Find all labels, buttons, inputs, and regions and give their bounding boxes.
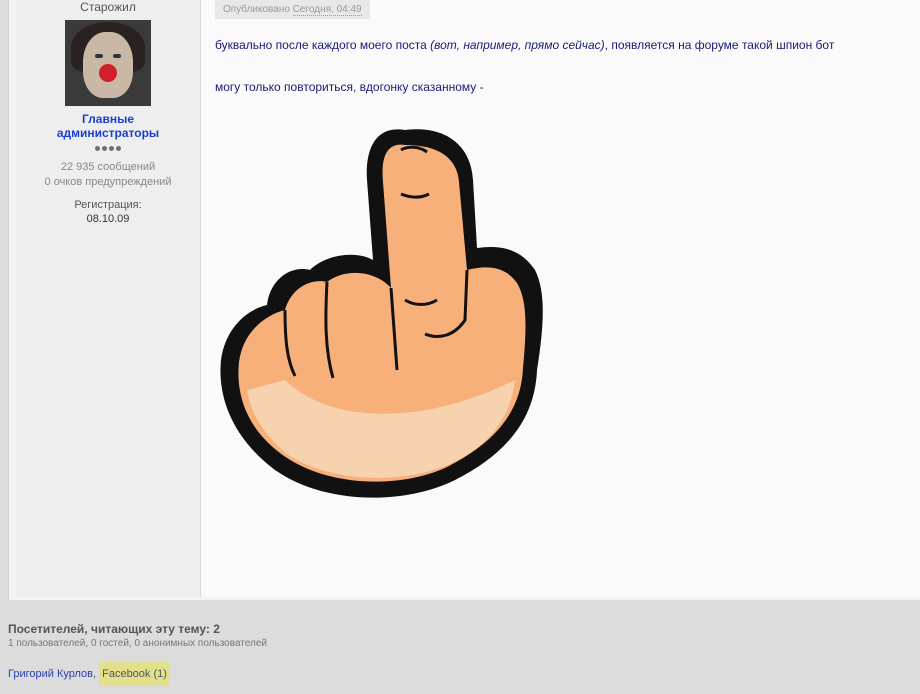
- user-group-line1: Главные: [81, 112, 135, 126]
- avatar-eye: [113, 54, 121, 58]
- post-image[interactable]: [215, 120, 555, 505]
- viewer-user-link[interactable]: Григорий Курлов: [8, 668, 93, 680]
- avatar-clown-nose: [99, 64, 117, 82]
- post-time[interactable]: Сегодня, 04:49: [292, 4, 362, 16]
- rank-pip-icon: [116, 146, 121, 151]
- middle-finger-image: [220, 129, 543, 498]
- viewers-list: Григорий Курлов, Facebook (1): [8, 662, 170, 686]
- viewers-subtitle: 1 пользователей, 0 гостей, 0 анонимных п…: [8, 638, 267, 649]
- post-count: 22 935 сообщений: [60, 161, 156, 173]
- post-paragraph-2: могу только повториться, вдогонку сказан…: [215, 80, 484, 94]
- user-group: Главные администраторы: [16, 112, 200, 140]
- p1-italic: (вот, например, прямо сейчас): [430, 38, 605, 52]
- viewers-section: Посетителей, читающих эту тему: 2 1 поль…: [0, 600, 920, 694]
- avatar-eye: [95, 54, 103, 58]
- avatar[interactable]: [65, 20, 151, 106]
- rank-pips: [16, 143, 200, 154]
- viewer-separator: ,: [92, 668, 97, 680]
- rank-pip-icon: [95, 146, 100, 151]
- author-panel: Старожил Главные администраторы 22 935 с…: [16, 0, 201, 597]
- post-paragraph-1: буквально после каждого моего поста (вот…: [215, 38, 834, 52]
- viewer-bot-facebook: Facebook (1): [99, 662, 170, 686]
- author-stats: 22 935 сообщений 0 очков предупреждений: [16, 160, 200, 190]
- rank-pip-icon: [109, 146, 114, 151]
- post-content: Опубликовано Сегодня, 04:49 буквально по…: [201, 0, 920, 597]
- viewers-title: Посетителей, читающих эту тему: 2: [8, 622, 220, 636]
- user-group-line2: администраторы: [56, 126, 160, 140]
- registration-label: Регистрация:: [74, 199, 142, 211]
- post-meta-prefix: Опубликовано: [223, 4, 290, 15]
- p1-start: буквально после каждого моего поста: [215, 38, 431, 52]
- author-rank: Старожил: [80, 0, 136, 14]
- p1-end: , появляется на форуме такой шпион бот: [604, 38, 835, 52]
- warning-points: 0 очков предупреждений: [44, 176, 172, 188]
- post-meta: Опубликовано Сегодня, 04:49: [215, 0, 370, 19]
- registration-date: 08.10.09: [86, 213, 130, 225]
- rank-pip-icon: [102, 146, 107, 151]
- post-body: буквально после каждого моего поста (вот…: [215, 38, 834, 94]
